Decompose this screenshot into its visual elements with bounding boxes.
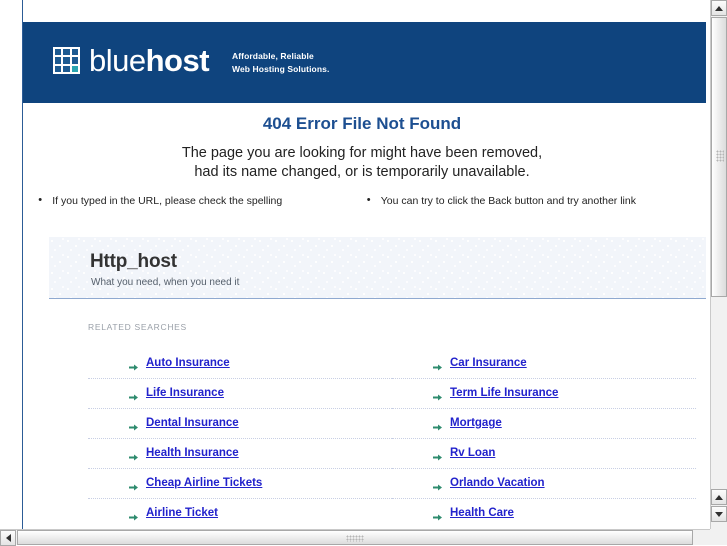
related-searches-section: RELATED SEARCHES Auto Insurance Car Insu… [49, 299, 706, 529]
arrow-right-icon [129, 449, 138, 460]
list-item[interactable]: Mortgage [392, 409, 696, 437]
horizontal-scrollbar-thumb[interactable] [17, 530, 693, 545]
grid-squares-icon [53, 47, 80, 74]
list-item[interactable]: Life Insurance [88, 379, 392, 407]
error-section: 404 Error File Not Found The page you ar… [23, 103, 706, 209]
tagline-line-1: Affordable, Reliable [232, 51, 314, 61]
list-item: You can try to click the Back button and… [367, 193, 691, 209]
arrow-right-icon [433, 479, 442, 490]
related-link[interactable]: Rv Loan [450, 447, 495, 459]
arrow-right-icon [433, 419, 442, 430]
related-link[interactable]: Life Insurance [146, 387, 224, 399]
inner-scroll-up-button[interactable] [711, 489, 727, 505]
logo-text-host: host [145, 43, 210, 78]
arrow-right-icon [433, 359, 442, 370]
list-item[interactable]: Rv Loan [392, 439, 696, 467]
host-subtitle: What you need, when you need it [91, 277, 240, 288]
table-row: Health Insurance Rv Loan [88, 439, 696, 468]
error-message-line-1: The page you are looking for might have … [181, 145, 543, 161]
error-title: 404 Error File Not Found [262, 114, 462, 133]
arrow-right-icon [129, 419, 138, 430]
vertical-scrollbar-thumb[interactable] [711, 17, 727, 297]
triangle-down-icon [715, 511, 723, 517]
error-message: The page you are looking for might have … [23, 144, 706, 182]
table-row: Airline Ticket Health Care [88, 499, 696, 528]
host-banner: Http_host What you need, when you need i… [49, 237, 706, 299]
error-suggestion-list: If you typed in the URL, please check th… [23, 191, 706, 209]
related-link[interactable]: Orlando Vacation [450, 477, 545, 489]
arrow-right-icon [433, 389, 442, 400]
page-content: bluehost Affordable, Reliable Web Hostin… [22, 0, 706, 529]
related-searches-heading: RELATED SEARCHES [88, 322, 187, 332]
scrollbar-grip [346, 535, 364, 542]
site-header: bluehost Affordable, Reliable Web Hostin… [23, 22, 706, 103]
list-item: If you typed in the URL, please check th… [38, 193, 362, 209]
list-item[interactable]: Orlando Vacation [392, 469, 696, 497]
related-link[interactable]: Health Insurance [146, 447, 239, 459]
triangle-left-icon [5, 534, 11, 542]
table-row: Dental Insurance Mortgage [88, 409, 696, 438]
arrow-right-icon [129, 359, 138, 370]
triangle-up-icon [715, 494, 723, 500]
list-item[interactable]: Health Care [392, 499, 696, 527]
list-item[interactable]: Auto Insurance [88, 349, 392, 377]
list-item[interactable]: Car Insurance [392, 349, 696, 377]
list-item[interactable]: Health Insurance [88, 439, 392, 467]
arrow-right-icon [129, 479, 138, 490]
list-item[interactable]: Airline Ticket [88, 499, 392, 527]
arrow-right-icon [129, 389, 138, 400]
related-link[interactable]: Auto Insurance [146, 357, 230, 369]
horizontal-scrollbar[interactable] [0, 529, 727, 546]
list-item[interactable]: Cheap Airline Tickets [88, 469, 392, 497]
list-item[interactable]: Term Life Insurance [392, 379, 696, 407]
scrollbar-corner [710, 529, 727, 545]
error-message-line-2: had its name changed, or is temporarily … [194, 164, 530, 180]
logo-text-blue: blue [89, 43, 146, 78]
related-link[interactable]: Airline Ticket [146, 507, 218, 519]
page-title: Http_host [90, 251, 177, 272]
triangle-up-icon [715, 5, 723, 11]
related-link[interactable]: Term Life Insurance [450, 387, 558, 399]
header-tagline: Affordable, Reliable Web Hosting Solutio… [232, 50, 329, 76]
scroll-up-button[interactable] [711, 0, 727, 16]
table-row: Life Insurance Term Life Insurance [88, 379, 696, 408]
bluehost-logo[interactable]: bluehost [53, 43, 210, 78]
vertical-scrollbar[interactable] [710, 0, 727, 529]
browser-viewport: bluehost Affordable, Reliable Web Hostin… [0, 0, 710, 529]
related-link[interactable]: Dental Insurance [146, 417, 239, 429]
related-link[interactable]: Cheap Airline Tickets [146, 477, 262, 489]
related-links-table: Auto Insurance Car Insurance Life Insura… [88, 349, 696, 527]
logo-wordmark: bluehost [89, 43, 210, 78]
related-link[interactable]: Car Insurance [450, 357, 527, 369]
tagline-line-2: Web Hosting Solutions. [232, 64, 330, 74]
arrow-right-icon [129, 509, 138, 520]
arrow-right-icon [433, 449, 442, 460]
related-link[interactable]: Mortgage [450, 417, 502, 429]
arrow-right-icon [433, 509, 442, 520]
scroll-left-button[interactable] [0, 530, 16, 546]
related-link[interactable]: Health Care [450, 507, 514, 519]
scroll-down-button[interactable] [711, 506, 727, 522]
list-item[interactable]: Dental Insurance [88, 409, 392, 437]
table-row: Cheap Airline Tickets Orlando Vacation [88, 469, 696, 498]
table-row: Auto Insurance Car Insurance [88, 349, 696, 377]
scrollbar-grip [716, 150, 724, 162]
